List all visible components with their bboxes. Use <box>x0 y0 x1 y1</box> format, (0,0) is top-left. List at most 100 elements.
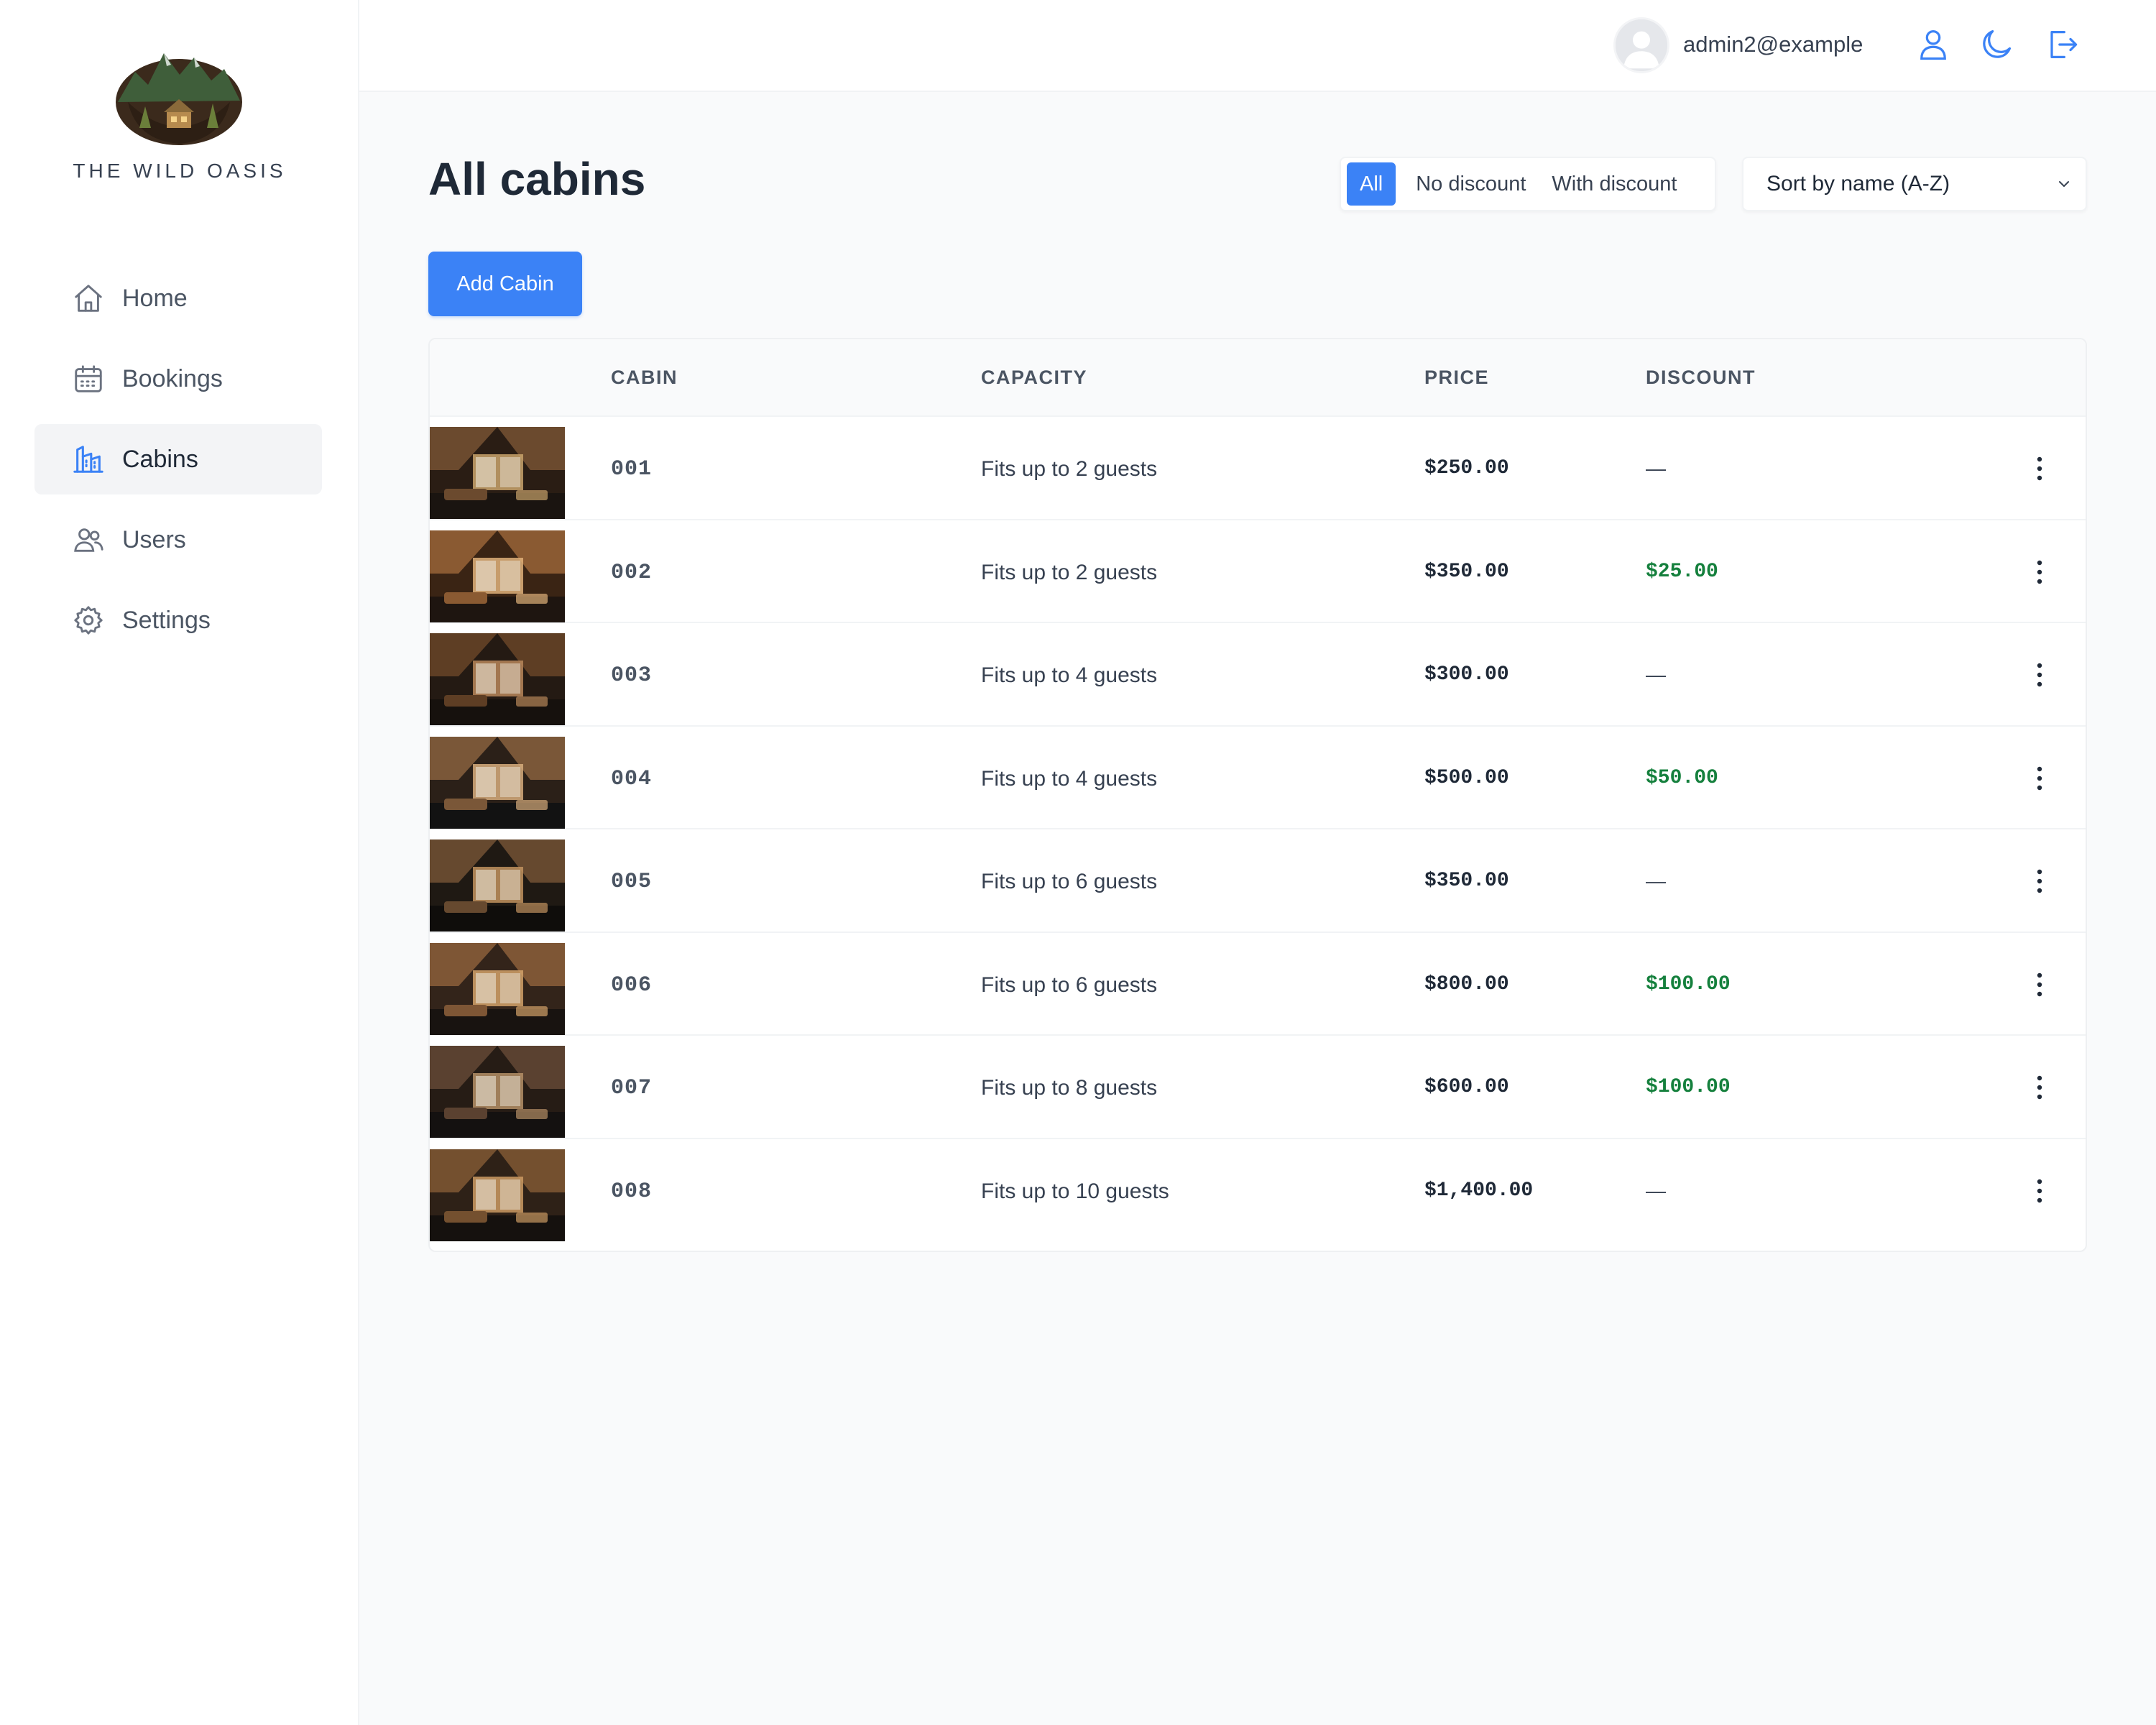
row-menu-button[interactable] <box>2025 453 2054 484</box>
cabin-discount: $100.00 <box>1646 1076 1731 1098</box>
kebab-menu-icon <box>2037 663 2042 687</box>
avatar[interactable] <box>1613 17 1669 73</box>
row-menu-button[interactable] <box>2025 1072 2054 1103</box>
sort-selected-value: Sort by name (A-Z) <box>1766 172 1950 196</box>
kebab-menu-icon <box>2037 869 2042 893</box>
top-header: admin2@example <box>359 0 2156 92</box>
table-row: 005 Fits up to 6 guests $350.00 — <box>430 829 2086 933</box>
column-header-price: PRICE <box>1424 367 1490 388</box>
kebab-menu-icon <box>2037 1075 2042 1100</box>
cabin-discount: $50.00 <box>1646 766 1718 789</box>
cabin-capacity: Fits up to 10 guests <box>981 1179 1169 1203</box>
table-row: 006 Fits up to 6 guests $800.00 $100.00 <box>430 933 2086 1036</box>
table-row: 002 Fits up to 2 guests $350.00 $25.00 <box>430 520 2086 623</box>
building-icon <box>72 443 105 476</box>
cabin-capacity: Fits up to 6 guests <box>981 972 1158 997</box>
add-cabin-button[interactable]: Add Cabin <box>428 252 582 316</box>
cabin-discount: — <box>1646 1179 1666 1202</box>
table-body: 001 Fits up to 2 guests $250.00 — 002 Fits up… <box>430 417 2086 1242</box>
nav-label-home: Home <box>122 284 188 312</box>
cabin-thumbnail <box>430 736 565 829</box>
account-button[interactable] <box>1912 23 1955 66</box>
cabin-capacity: Fits up to 2 guests <box>981 560 1158 584</box>
cabin-discount: $25.00 <box>1646 560 1718 583</box>
cabin-capacity: Fits up to 6 guests <box>981 870 1158 893</box>
table-row: 001 Fits up to 2 guests $250.00 — <box>430 417 2086 520</box>
chevron-down-icon <box>2059 181 2069 187</box>
kebab-menu-icon <box>2037 1179 2042 1202</box>
cabin-name: 006 <box>611 972 653 998</box>
calendar-icon <box>72 362 105 395</box>
filter-no-discount-button[interactable]: No discount <box>1404 162 1537 206</box>
cabin-discount: $100.00 <box>1646 972 1731 995</box>
sort-select[interactable]: Sort by name (A-Z) <box>1742 157 2087 211</box>
dark-mode-toggle[interactable] <box>1975 23 2018 66</box>
cabin-price: $300.00 <box>1424 663 1509 686</box>
cabin-price: $350.00 <box>1424 870 1509 892</box>
nav-label-settings: Settings <box>122 606 211 634</box>
cabin-thumbnail <box>430 530 565 622</box>
cabin-price: $350.00 <box>1424 560 1509 583</box>
cabin-name: 005 <box>611 870 653 894</box>
cabin-thumbnail <box>430 427 565 519</box>
user-name: admin2@example <box>1683 32 1864 57</box>
nav-label-cabins: Cabins <box>122 445 198 473</box>
cabin-capacity: Fits up to 4 guests <box>981 766 1158 791</box>
column-header-capacity: CAPACITY <box>981 367 1088 388</box>
cabin-discount: — <box>1646 870 1666 892</box>
cabin-name: 007 <box>611 1076 653 1100</box>
table-row: 004 Fits up to 4 guests $500.00 $50.00 <box>430 727 2086 829</box>
nav-label-bookings: Bookings <box>122 364 223 392</box>
row-menu-button[interactable] <box>2025 969 2054 1000</box>
column-header-discount: DISCOUNT <box>1646 367 1756 388</box>
cabin-thumbnail <box>430 1046 565 1138</box>
discount-filter: All No discount With discount <box>1340 157 1716 211</box>
cabin-capacity: Fits up to 8 guests <box>981 1076 1158 1100</box>
nav-item-home[interactable]: Home <box>34 263 322 334</box>
cabin-thumbnail <box>430 840 565 932</box>
user-icon <box>1920 29 1946 60</box>
wild-oasis-logo[interactable] <box>114 43 244 147</box>
main-nav: Home Bookings Cabins Users Settings <box>34 263 322 666</box>
cabin-thumbnail <box>430 633 565 725</box>
nav-item-settings[interactable]: Settings <box>34 585 322 656</box>
users-icon <box>72 523 105 556</box>
sidebar: THE WILD OASIS Home Bookings Cabins User… <box>0 0 359 1725</box>
cabin-thumbnail <box>430 1149 565 1241</box>
row-menu-button[interactable] <box>2025 865 2054 897</box>
nav-label-users: Users <box>122 525 186 553</box>
table-row: 007 Fits up to 8 guests $600.00 $100.00 <box>430 1036 2086 1139</box>
logout-button[interactable] <box>2040 23 2083 66</box>
cabin-price: $500.00 <box>1424 766 1509 789</box>
moon-icon <box>1983 29 2012 58</box>
cabin-name: 004 <box>611 766 653 791</box>
cabin-price: $800.00 <box>1424 972 1509 995</box>
cabin-capacity: Fits up to 2 guests <box>981 457 1158 481</box>
kebab-menu-icon <box>2037 766 2042 790</box>
table-row: 008 Fits up to 10 guests $1,400.00 — <box>430 1139 2086 1243</box>
row-menu-button[interactable] <box>2025 556 2054 588</box>
filter-with-discount-button[interactable]: With discount <box>1540 162 1688 206</box>
cabin-thumbnail <box>430 942 565 1035</box>
nav-item-users[interactable]: Users <box>34 505 322 575</box>
brand-name: THE WILD OASIS <box>73 160 287 182</box>
cabin-price: $250.00 <box>1424 457 1509 479</box>
column-header-cabin: CABIN <box>611 367 678 388</box>
row-menu-button[interactable] <box>2025 763 2054 794</box>
cabin-name: 008 <box>611 1179 653 1204</box>
table-header: CABIN CAPACITY PRICE DISCOUNT <box>430 339 2086 417</box>
filter-all-button[interactable]: All <box>1347 162 1396 206</box>
cabin-capacity: Fits up to 4 guests <box>981 663 1158 687</box>
row-menu-button[interactable] <box>2025 1175 2054 1207</box>
nav-item-cabins[interactable]: Cabins <box>34 424 322 494</box>
cabin-price: $1,400.00 <box>1424 1179 1534 1202</box>
cabin-price: $600.00 <box>1424 1076 1509 1098</box>
gear-icon <box>72 604 105 637</box>
kebab-menu-icon <box>2037 456 2042 481</box>
home-icon <box>72 282 105 315</box>
row-menu-button[interactable] <box>2025 659 2054 691</box>
cabins-table: CABIN CAPACITY PRICE DISCOUNT 001 Fits up… <box>428 338 2087 1252</box>
nav-item-bookings[interactable]: Bookings <box>34 344 322 414</box>
page-title: All cabins <box>428 153 646 205</box>
cabin-discount: — <box>1646 457 1666 479</box>
